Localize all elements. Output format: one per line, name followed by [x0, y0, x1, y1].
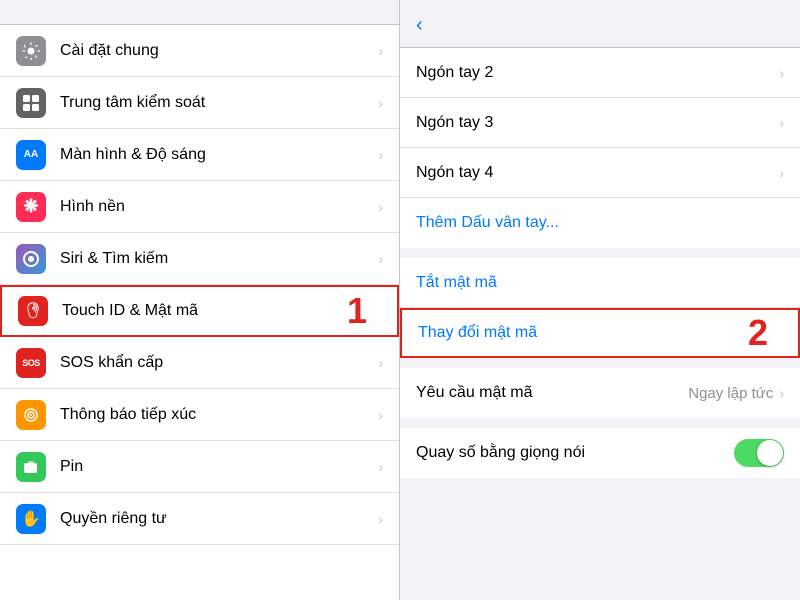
touch-id-icon [18, 296, 48, 326]
back-chevron-icon: ‹ [416, 14, 423, 37]
right-label-yeu-cau-mat-ma: Yêu cầu mật mã [416, 384, 688, 402]
step2-badge: 2 [748, 312, 768, 354]
back-button[interactable]: ‹ [416, 14, 425, 37]
trung-tam-icon [16, 88, 46, 118]
settings-item-siri[interactable]: Siri & Tìm kiếm› [0, 233, 399, 285]
right-label-thay-doi-mat-ma: Thay đổi mật mã [418, 324, 782, 342]
settings-item-pin[interactable]: Pin› [0, 441, 399, 493]
chevron-icon-pin: › [378, 459, 383, 475]
man-hinh-icon: AA [16, 140, 46, 170]
siri-icon [16, 244, 46, 274]
chevron-icon-trung-tam: › [378, 95, 383, 111]
right-label-ngon-tay-2: Ngón tay 2 [416, 64, 779, 82]
right-chevron-ngon-tay-4: › [779, 165, 784, 181]
settings-item-label-cai-dat-chung: Cài đặt chung [60, 42, 378, 60]
settings-list: Cài đặt chung›Trung tâm kiểm soát›AAMàn … [0, 25, 399, 600]
settings-item-label-man-hinh: Màn hình & Độ sáng [60, 146, 378, 164]
right-item-ngon-tay-3[interactable]: Ngón tay 3› [400, 98, 800, 148]
right-chevron-ngon-tay-3: › [779, 115, 784, 131]
right-value-yeu-cau-mat-ma: Ngay lập tức [688, 385, 773, 402]
settings-item-thong-bao[interactable]: Thông báo tiếp xúc› [0, 389, 399, 441]
right-item-yeu-cau-mat-ma[interactable]: Yêu cầu mật mãNgay lập tức › [400, 368, 800, 418]
chevron-icon-cai-dat-chung: › [378, 43, 383, 59]
settings-item-label-siri: Siri & Tìm kiếm [60, 250, 378, 268]
hinh-nen-icon: ❋ [16, 192, 46, 222]
step1-badge: 1 [347, 290, 367, 332]
settings-item-label-trung-tam: Trung tâm kiểm soát [60, 94, 378, 112]
settings-item-trung-tam[interactable]: Trung tâm kiểm soát› [0, 77, 399, 129]
chevron-icon-thong-bao: › [378, 407, 383, 423]
pin-icon [16, 452, 46, 482]
right-content: Ngón tay 2›Ngón tay 3›Ngón tay 4›Thêm Dấ… [400, 48, 800, 600]
chevron-icon-man-hinh: › [378, 147, 383, 163]
right-panel: ‹ Ngón tay 2›Ngón tay 3›Ngón tay 4›Thêm … [400, 0, 800, 600]
settings-item-sos[interactable]: SOS SOS khẩn cấp› [0, 337, 399, 389]
cai-dat-chung-icon [16, 36, 46, 66]
settings-item-touch-id[interactable]: Touch ID & Mật mã1 [0, 285, 399, 337]
right-label-them-dau-van-tay: Thêm Dấu vân tay... [416, 214, 784, 232]
toggle-knob-quay-so-giong-noi [757, 440, 783, 466]
right-label-ngon-tay-4: Ngón tay 4 [416, 164, 779, 182]
right-label-quay-so-giong-noi: Quay số bằng giọng nói [416, 444, 734, 462]
right-label-ngon-tay-3: Ngón tay 3 [416, 114, 779, 132]
settings-item-label-hinh-nen: Hình nền [60, 198, 378, 216]
quyen-rieng-icon: ✋ [16, 504, 46, 534]
chevron-icon-hinh-nen: › [378, 199, 383, 215]
right-header: ‹ [400, 0, 800, 48]
settings-item-label-pin: Pin [60, 458, 378, 476]
chevron-icon-sos: › [378, 355, 383, 371]
chevron-icon-quyen-rieng: › [378, 511, 383, 527]
settings-item-hinh-nen[interactable]: ❋ Hình nền› [0, 181, 399, 233]
settings-item-quyen-rieng[interactable]: ✋ Quyền riêng tư› [0, 493, 399, 545]
chevron-icon-siri: › [378, 251, 383, 267]
right-item-ngon-tay-4[interactable]: Ngón tay 4› [400, 148, 800, 198]
right-chevron-yeu-cau-mat-ma: › [779, 385, 784, 401]
settings-item-label-quyen-rieng: Quyền riêng tư [60, 510, 378, 528]
settings-item-label-sos: SOS khẩn cấp [60, 354, 378, 372]
right-item-tat-mat-ma[interactable]: Tắt mật mã [400, 258, 800, 308]
settings-item-label-thong-bao: Thông báo tiếp xúc [60, 406, 378, 424]
left-header [0, 0, 399, 25]
right-chevron-ngon-tay-2: › [779, 65, 784, 81]
right-item-thay-doi-mat-ma[interactable]: Thay đổi mật mã2 [400, 308, 800, 358]
right-item-quay-so-giong-noi[interactable]: Quay số bằng giọng nói [400, 428, 800, 478]
settings-item-man-hinh[interactable]: AA Màn hình & Độ sáng› [0, 129, 399, 181]
left-panel: Cài đặt chung›Trung tâm kiểm soát›AAMàn … [0, 0, 400, 600]
settings-item-cai-dat-chung[interactable]: Cài đặt chung› [0, 25, 399, 77]
right-label-tat-mat-ma: Tắt mật mã [416, 274, 784, 292]
toggle-quay-so-giong-noi[interactable] [734, 439, 784, 467]
settings-item-label-touch-id: Touch ID & Mật mã [62, 302, 381, 320]
right-item-them-dau-van-tay[interactable]: Thêm Dấu vân tay... [400, 198, 800, 248]
thong-bao-icon [16, 400, 46, 430]
right-item-ngon-tay-2[interactable]: Ngón tay 2› [400, 48, 800, 98]
sos-icon: SOS [16, 348, 46, 378]
